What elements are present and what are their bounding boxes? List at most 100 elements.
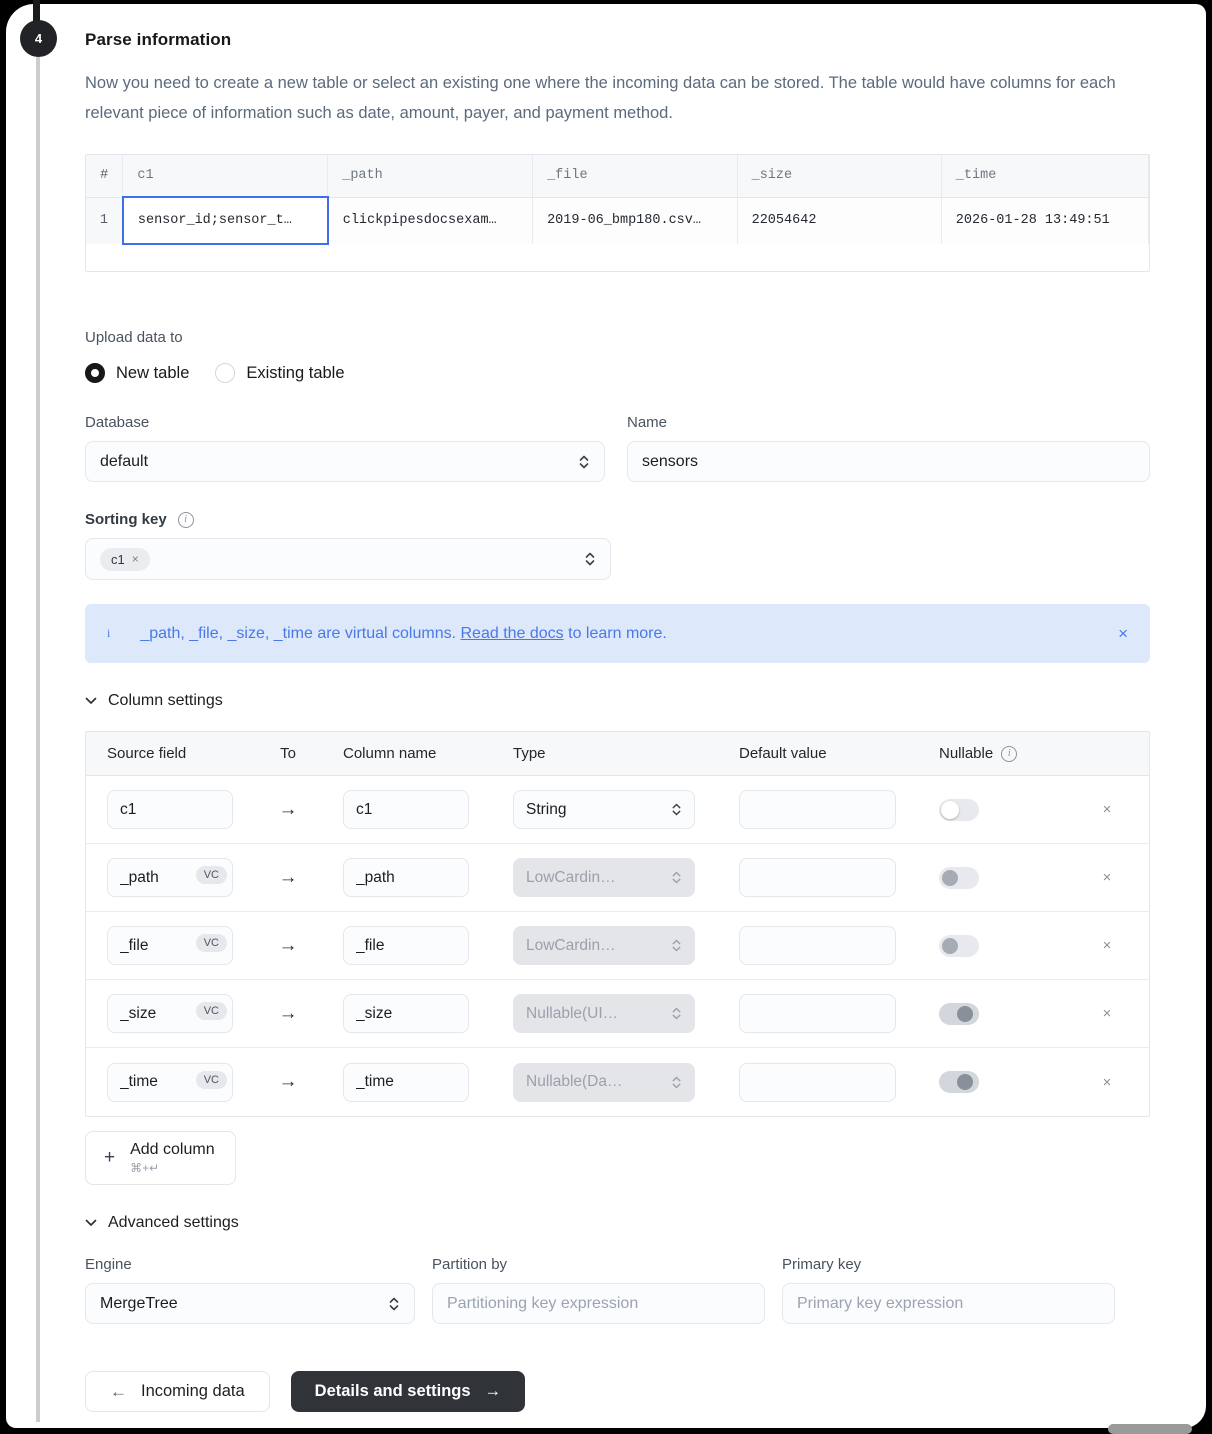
- preview-cell-file[interactable]: 2019-06_bmp180.csv…: [533, 197, 738, 244]
- type-select: Nullable(Da…: [513, 1063, 695, 1102]
- header-nullable: Nullable i: [896, 745, 1086, 762]
- sorting-key-chip: c1 ×: [100, 548, 150, 571]
- preview-header-time[interactable]: _time: [941, 155, 1148, 197]
- default-value-input[interactable]: [739, 994, 896, 1033]
- type-select: LowCardin…: [513, 926, 695, 965]
- horizontal-scrollbar-thumb[interactable]: [1108, 1424, 1192, 1434]
- database-select[interactable]: default: [85, 441, 605, 482]
- preview-header-file[interactable]: _file: [533, 155, 738, 197]
- radio-selected-icon[interactable]: [85, 363, 105, 383]
- remove-column-icon[interactable]: ×: [1086, 937, 1128, 954]
- radio-new-table-label: New table: [116, 364, 189, 383]
- database-selected-value: default: [100, 453, 148, 471]
- radio-existing-table[interactable]: Existing table: [215, 363, 344, 383]
- primary-key-input[interactable]: [782, 1283, 1115, 1324]
- nullable-toggle: [939, 867, 979, 889]
- type-select[interactable]: String: [513, 790, 695, 829]
- radio-unselected-icon[interactable]: [215, 363, 235, 383]
- column-name-input[interactable]: [343, 790, 469, 829]
- advanced-settings-toggle[interactable]: Advanced settings: [85, 1214, 1150, 1232]
- banner-text: _path, _file, _size, _time are virtual c…: [140, 625, 667, 643]
- preview-header-c1[interactable]: c1: [123, 155, 328, 197]
- partition-by-input[interactable]: [432, 1283, 765, 1324]
- chevron-updown-icon: [671, 1006, 682, 1021]
- chevron-updown-icon: [671, 802, 682, 817]
- banner-close-icon[interactable]: ×: [1118, 624, 1128, 644]
- default-value-input[interactable]: [739, 926, 896, 965]
- info-icon[interactable]: i: [1001, 746, 1017, 762]
- engine-selected-value: MergeTree: [100, 1295, 178, 1313]
- engine-label: Engine: [85, 1256, 415, 1273]
- radio-new-table[interactable]: New table: [85, 363, 189, 383]
- upload-data-to-label: Upload data to: [85, 329, 1150, 346]
- chevron-updown-icon: [671, 870, 682, 885]
- incoming-data-button[interactable]: ← Incoming data: [85, 1371, 270, 1412]
- arrow-right-icon: →: [233, 1003, 343, 1025]
- chevron-down-icon: [85, 697, 97, 705]
- virtual-column-badge: VC: [196, 1002, 227, 1020]
- engine-select[interactable]: MergeTree: [85, 1283, 415, 1324]
- read-the-docs-link[interactable]: Read the docs: [461, 625, 564, 642]
- arrow-left-icon: ←: [110, 1382, 127, 1402]
- step-number-badge: 4: [20, 20, 57, 57]
- arrow-right-icon: →: [233, 935, 343, 957]
- sorting-key-label: Sorting key: [85, 511, 167, 528]
- radio-existing-table-label: Existing table: [246, 364, 344, 383]
- remove-column-icon[interactable]: ×: [1086, 1005, 1128, 1022]
- name-label: Name: [627, 414, 1150, 431]
- preview-cell-time[interactable]: 2026-01-28 13:49:51: [941, 197, 1148, 244]
- details-and-settings-button[interactable]: Details and settings →: [291, 1371, 525, 1412]
- arrow-right-icon: →: [233, 1071, 343, 1093]
- type-select: LowCardin…: [513, 858, 695, 897]
- chip-remove-icon[interactable]: ×: [132, 552, 139, 566]
- column-row-file: VC → LowCardin… ×: [86, 912, 1149, 980]
- preview-cell-size[interactable]: 22054642: [737, 197, 941, 244]
- source-field-input[interactable]: [107, 790, 233, 829]
- type-select: Nullable(UI…: [513, 994, 695, 1033]
- remove-column-icon[interactable]: ×: [1086, 1074, 1128, 1091]
- step-connector: [36, 57, 40, 1422]
- add-column-label: Add column: [130, 1141, 215, 1159]
- preview-header-size[interactable]: _size: [737, 155, 941, 197]
- remove-column-icon[interactable]: ×: [1086, 869, 1128, 886]
- column-name-input[interactable]: [343, 994, 469, 1033]
- default-value-input[interactable]: [739, 790, 896, 829]
- details-and-settings-label: Details and settings: [315, 1382, 471, 1401]
- parse-information-panel: Parse information Now you need to create…: [6, 4, 1206, 1428]
- column-name-input[interactable]: [343, 858, 469, 897]
- nullable-toggle[interactable]: [939, 799, 979, 821]
- default-value-input[interactable]: [739, 858, 896, 897]
- preview-header-path[interactable]: _path: [328, 155, 533, 197]
- preview-cell-path[interactable]: clickpipesdocsexam…: [328, 197, 533, 244]
- primary-key-field-group: Primary key: [782, 1256, 1115, 1324]
- data-preview-table: # c1 _path _file _size _time 1 sensor_id…: [85, 154, 1150, 272]
- nullable-toggle: [939, 1003, 979, 1025]
- column-settings-table: Source field To Column name Type Default…: [85, 731, 1150, 1117]
- database-field-group: Database default: [85, 414, 605, 482]
- preview-cell-c1[interactable]: sensor_id;sensor_t…: [123, 197, 328, 244]
- column-settings-toggle[interactable]: Column settings: [85, 692, 1150, 710]
- remove-column-icon[interactable]: ×: [1086, 801, 1128, 818]
- column-name-input[interactable]: [343, 1063, 469, 1102]
- preview-header-index: #: [86, 155, 123, 197]
- preview-header-row: # c1 _path _file _size _time: [86, 155, 1149, 197]
- chevron-updown-icon: [388, 1296, 400, 1312]
- column-row-c1: → String ×: [86, 776, 1149, 844]
- default-value-input[interactable]: [739, 1063, 896, 1102]
- column-row-size: VC → Nullable(UI… ×: [86, 980, 1149, 1048]
- chevron-updown-icon: [578, 454, 590, 470]
- arrow-right-icon: →: [233, 867, 343, 889]
- sorting-key-select[interactable]: c1 ×: [85, 538, 611, 580]
- table-name-input[interactable]: [627, 441, 1150, 482]
- banner-info-icon: i: [107, 626, 110, 641]
- chevron-updown-icon: [584, 551, 596, 567]
- info-icon[interactable]: i: [178, 512, 194, 528]
- add-column-button[interactable]: + Add column ⌘+↵: [85, 1131, 236, 1185]
- upload-destination-options: New table Existing table: [85, 363, 1150, 383]
- engine-field-group: Engine MergeTree: [85, 1256, 415, 1324]
- nullable-toggle: [939, 935, 979, 957]
- column-name-input[interactable]: [343, 926, 469, 965]
- page: 4 Parse information Now you need to crea…: [0, 0, 1212, 1434]
- virtual-column-badge: VC: [196, 934, 227, 952]
- header-to: To: [233, 745, 343, 762]
